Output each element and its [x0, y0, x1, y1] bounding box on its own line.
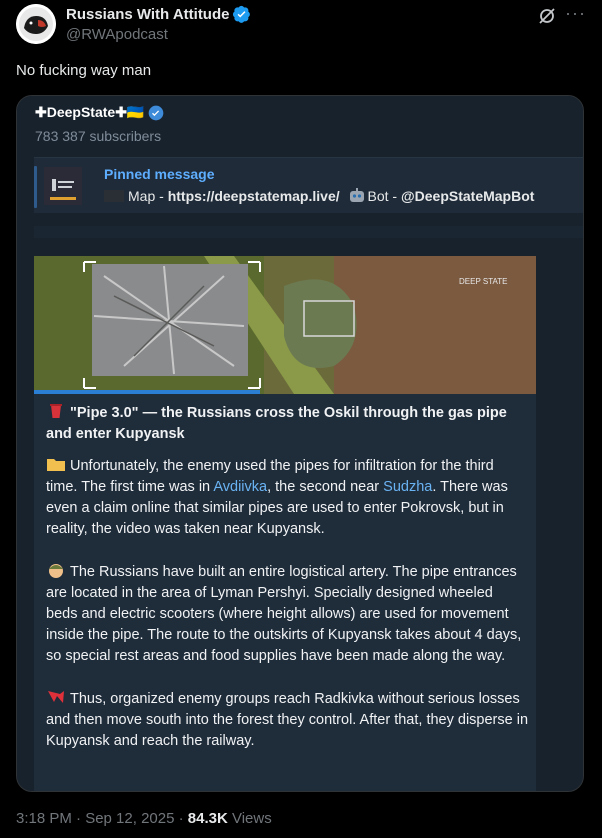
paragraph-1: Unfortunately, the enemy used the pipes … [46, 455, 528, 540]
channel-name: ✚DeepState✚🇺🇦 [35, 104, 145, 120]
subscriber-count: 783 387 subscribers [35, 128, 162, 144]
avatar[interactable] [16, 4, 56, 44]
author-name-row: Russians With Attitude [66, 5, 251, 23]
drone-footage-map-image: DEEP STATE [34, 256, 536, 394]
verified-badge-icon [233, 5, 251, 23]
telegram-channel-header: ✚DeepState✚🇺🇦 783 387 subscribers [17, 96, 583, 158]
screenshot-media[interactable]: ✚DeepState✚🇺🇦 783 387 subscribers Pinned… [16, 95, 584, 792]
robot-emoji-icon [348, 188, 366, 204]
image-watermark: DEEP STATE [459, 277, 507, 286]
tweet-meta: 3:18 PM · Sep 12, 2025 · 84.3K Views [16, 810, 272, 827]
deepstate-logo-icon [44, 167, 82, 205]
sudzha-link[interactable]: Sudzha [383, 479, 432, 495]
display-name[interactable]: Russians With Attitude [66, 6, 229, 23]
channel-verified-icon [149, 105, 164, 120]
pinned-text: Map - https://deepstatemap.live/ Bot - @… [104, 188, 534, 204]
pinned-indicator [34, 166, 37, 208]
tweet: Russians With Attitude @RWApodcast ··· N… [0, 0, 602, 838]
tweet-text: No fucking way man [16, 62, 152, 79]
divider [34, 226, 583, 238]
views-label: Views [231, 810, 272, 827]
post-headline: "Pipe 3.0" — the Russians cross the Oski… [46, 405, 507, 442]
folder-icon [47, 459, 65, 471]
red-arrow-icon [48, 691, 64, 703]
soldier-face-icon [49, 564, 63, 578]
post-text: "Pipe 3.0" — the Russians cross the Oski… [46, 402, 528, 773]
channel-title: ✚DeepState✚🇺🇦 [35, 104, 164, 121]
bot-handle: @DeepStateMapBot [400, 188, 535, 204]
handle[interactable]: @RWApodcast [66, 26, 168, 43]
avdiivka-link[interactable]: Avdiivka [213, 479, 267, 495]
pinned-thumbnail [44, 167, 82, 205]
pinned-title: Pinned message [104, 166, 215, 182]
more-options-icon[interactable]: ··· [565, 4, 585, 26]
map-url: https://deepstatemap.live/ [167, 188, 340, 204]
pinned-message-bar: Pinned message Map - https://deepstatema… [34, 157, 583, 213]
post-image: DEEP STATE [34, 256, 536, 394]
paragraph-3: Thus, organized enemy groups reach Radki… [46, 688, 528, 752]
views-count: 84.3K [187, 810, 228, 827]
grok-icon[interactable] [537, 6, 557, 26]
paragraph-2: The Russians have built an entire logist… [46, 561, 528, 667]
red-cup-icon [50, 404, 62, 418]
map-emoji-icon [104, 190, 124, 202]
timestamp[interactable]: 3:18 PM · Sep 12, 2025 [16, 810, 174, 827]
bear-logo-icon [16, 4, 56, 44]
channel-post: DEEP STATE "Pipe 3.0" — the Russians cro… [34, 256, 536, 791]
